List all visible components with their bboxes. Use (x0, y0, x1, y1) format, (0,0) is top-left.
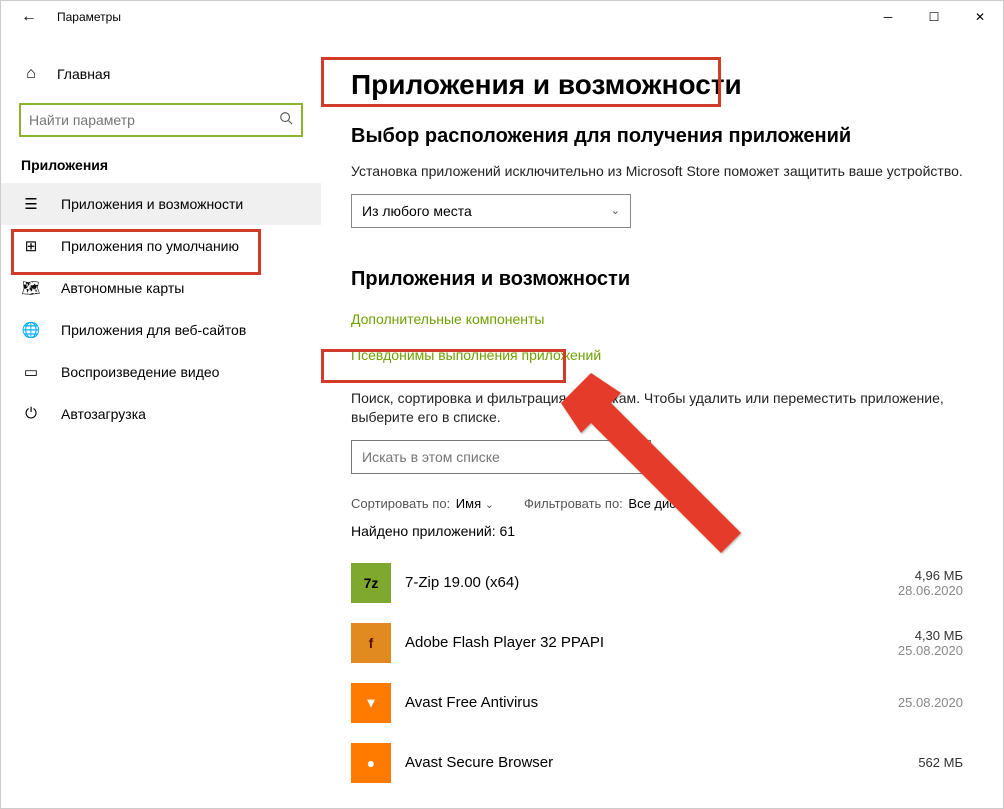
nav-label: Приложения и возможности (61, 196, 243, 212)
back-button[interactable]: ← (17, 8, 41, 26)
install-source-dropdown[interactable]: Из любого места ⌄ (351, 194, 631, 228)
app-date: 28.06.2020 (898, 583, 963, 598)
app-size: 4,96 МБ (898, 568, 963, 583)
app-size: 4,30 МБ (898, 628, 963, 643)
app-icon: f (351, 623, 391, 663)
app-size: 562 МБ (918, 755, 963, 770)
maximize-button[interactable]: ☐ (911, 1, 957, 33)
filter-description: Поиск, сортировка и фильтрация по дискам… (351, 389, 963, 428)
nav-label: Приложения для веб-сайтов (61, 322, 246, 338)
home-label: Главная (57, 66, 110, 82)
app-name: Avast Free Antivirus (405, 694, 898, 711)
optional-features-link[interactable]: Дополнительные компоненты (351, 311, 545, 327)
app-date: 25.08.2020 (898, 643, 963, 658)
sidebar-item[interactable]: 🌐 Приложения для веб-сайтов (1, 309, 321, 351)
sidebar: ⌂ Главная Приложения ☰ Приложения и возмо… (1, 33, 321, 808)
app-row[interactable]: ● Avast Secure Browser562 МБ (351, 733, 963, 793)
nav-icon: ▭ (21, 363, 41, 381)
filter-control[interactable]: Фильтровать по: Все диски ⌄ (524, 496, 702, 511)
app-search-input[interactable] (362, 449, 626, 465)
app-name: 7-Zip 19.00 (x64) (405, 574, 898, 591)
app-name: Adobe Flash Player 32 PPAPI (405, 634, 898, 651)
chevron-down-icon: ⌄ (692, 499, 701, 511)
nav-label: Воспроизведение видео (61, 364, 219, 380)
apps-count: Найдено приложений: 61 (351, 523, 963, 539)
sidebar-item[interactable]: 🗺 Автономные карты (1, 267, 321, 309)
app-row[interactable]: 7z 7-Zip 19.00 (x64)4,96 МБ28.06.2020 (351, 553, 963, 613)
home-link[interactable]: ⌂ Главная (1, 57, 321, 91)
close-button[interactable]: ✕ (957, 1, 1003, 33)
nav-label: Автозагрузка (61, 406, 146, 422)
main-content: Приложения и возможности Выбор расположе… (321, 33, 1003, 808)
page-title: Приложения и возможности (351, 69, 963, 101)
nav-label: Автономные карты (61, 280, 184, 296)
window-title: Параметры (57, 10, 121, 24)
app-icon: 7z (351, 563, 391, 603)
app-icon: ● (351, 743, 391, 783)
app-row[interactable]: f Adobe Flash Player 32 PPAPI4,30 МБ25.08… (351, 613, 963, 673)
nav-icon: ⊞ (21, 237, 41, 255)
category-label: Приложения (1, 137, 321, 183)
apps-heading: Приложения и возможности (351, 268, 963, 291)
search-icon (279, 111, 293, 130)
chevron-down-icon: ⌄ (611, 204, 620, 217)
app-date: 25.08.2020 (898, 695, 963, 710)
search-input[interactable] (29, 112, 279, 128)
install-description: Установка приложений исключительно из Mi… (351, 162, 963, 182)
minimize-button[interactable]: ─ (865, 1, 911, 33)
chevron-down-icon: ⌄ (485, 499, 494, 511)
nav-icon: 🗺 (21, 279, 41, 297)
app-row[interactable]: ▾ Avast Free Antivirus25.08.2020 (351, 673, 963, 733)
sidebar-item[interactable]: ⏻ Автозагрузка (1, 393, 321, 434)
app-icon: ▾ (351, 683, 391, 723)
nav-icon: ☰ (21, 195, 41, 213)
search-icon (626, 447, 640, 466)
nav-label: Приложения по умолчанию (61, 238, 239, 254)
sidebar-search[interactable] (19, 103, 303, 137)
nav-icon: ⏻ (21, 405, 41, 422)
sidebar-item[interactable]: ☰ Приложения и возможности (1, 183, 321, 225)
install-heading: Выбор расположения для получения приложе… (351, 125, 963, 148)
sidebar-item[interactable]: ▭ Воспроизведение видео (1, 351, 321, 393)
dropdown-value: Из любого места (362, 203, 472, 219)
app-name: Avast Secure Browser (405, 754, 918, 771)
sort-control[interactable]: Сортировать по: Имя ⌄ (351, 496, 494, 511)
home-icon: ⌂ (21, 65, 41, 83)
nav-icon: 🌐 (21, 321, 41, 339)
sidebar-item[interactable]: ⊞ Приложения по умолчанию (1, 225, 321, 267)
app-aliases-link[interactable]: Псевдонимы выполнения приложений (351, 347, 601, 363)
app-list-search[interactable] (351, 440, 651, 474)
